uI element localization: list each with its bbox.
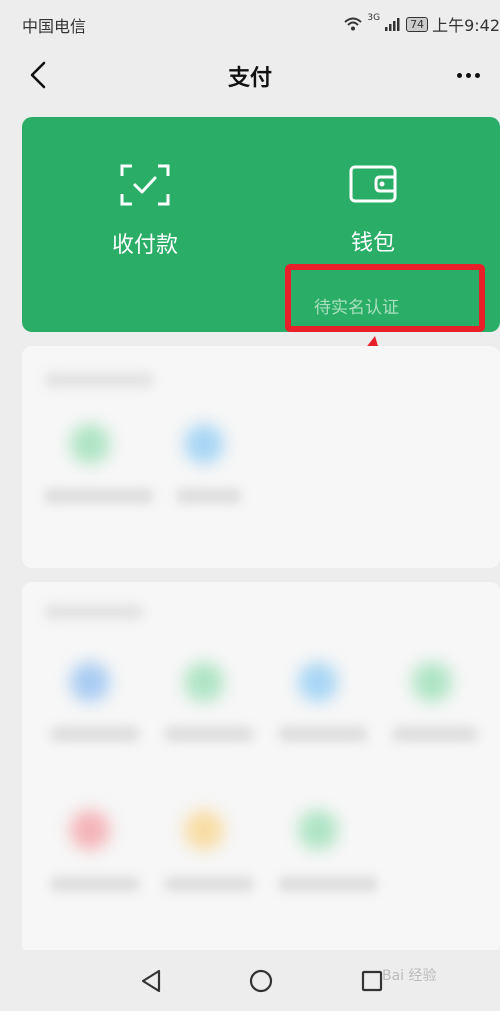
- blurred-service-label: [392, 726, 478, 742]
- blurred-service-icon[interactable]: [70, 810, 110, 850]
- wifi-icon: [344, 17, 363, 31]
- blurred-service-icon[interactable]: [412, 662, 452, 702]
- blurred-service-label: [50, 726, 140, 742]
- receive-pay-label: 收付款: [111, 233, 178, 258]
- receive-pay-button[interactable]: 收付款: [70, 163, 220, 259]
- page-title: 支付: [227, 66, 272, 91]
- more-dot-icon: [474, 72, 480, 78]
- wallet-label: 钱包: [350, 231, 395, 256]
- more-options-button[interactable]: [450, 58, 486, 92]
- back-button[interactable]: [22, 58, 56, 92]
- more-dot-icon: [456, 72, 462, 78]
- watermark-text: Bai 经验: [382, 968, 437, 984]
- blurred-service-icon[interactable]: [184, 810, 224, 850]
- third-party-services-panel-blurred: [22, 582, 500, 954]
- blurred-service-label: [176, 488, 242, 504]
- status-bar: 中国电信 3G 74 上午9:42: [0, 0, 500, 46]
- battery-indicator: 74: [406, 16, 429, 32]
- blurred-service-icon[interactable]: [298, 662, 338, 702]
- blurred-service-label: [278, 726, 368, 742]
- blurred-service-label: [164, 726, 254, 742]
- clock: 上午9:42: [432, 16, 500, 35]
- blurred-panel-title: [44, 604, 144, 620]
- more-dot-icon: [465, 72, 471, 78]
- blurred-service-label: [44, 488, 154, 504]
- carrier-name: 中国电信: [22, 17, 87, 36]
- blurred-service-icon[interactable]: [70, 662, 110, 702]
- blurred-panel-title: [44, 372, 154, 388]
- wallet-button[interactable]: 钱包: [298, 163, 448, 257]
- blurred-service-label: [164, 876, 254, 892]
- network-type: 3G: [367, 13, 381, 23]
- nav-bar: 支付: [0, 46, 500, 104]
- services-panel-blurred: [22, 346, 500, 568]
- nav-home-circle-icon[interactable]: [247, 967, 275, 995]
- blurred-service-icon[interactable]: [298, 810, 338, 850]
- blurred-service-label: [50, 876, 140, 892]
- blurred-service-icon[interactable]: [184, 424, 224, 464]
- wallet-icon: [349, 165, 397, 203]
- scan-check-icon: [120, 164, 170, 206]
- system-nav-bar: Bai 经验: [0, 950, 500, 1011]
- blurred-service-icon[interactable]: [184, 662, 224, 702]
- nav-back-triangle-icon[interactable]: [137, 967, 165, 995]
- blurred-service-icon[interactable]: [70, 424, 110, 464]
- signal-icon: [385, 18, 400, 31]
- chevron-left-icon: [30, 61, 46, 89]
- blurred-service-label: [278, 876, 378, 892]
- status-icons: 3G 74 上午9:42: [343, 12, 500, 36]
